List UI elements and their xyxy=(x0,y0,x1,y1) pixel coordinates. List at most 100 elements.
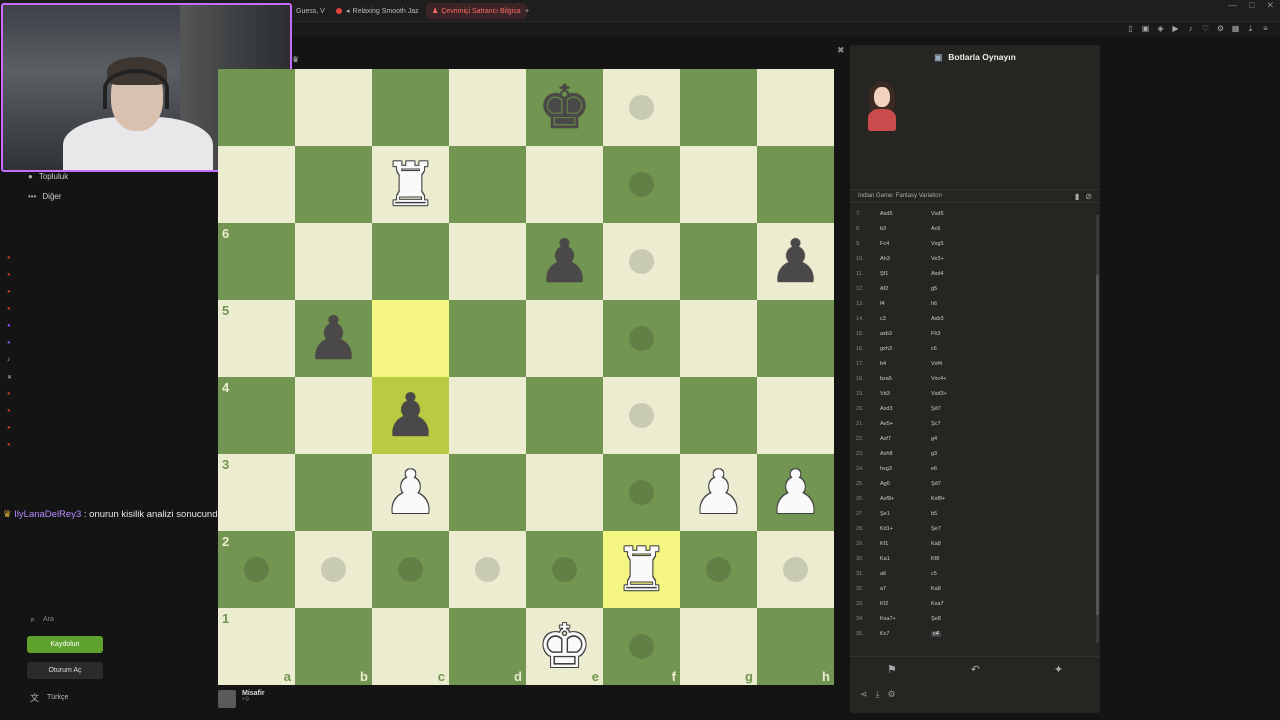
move-hint-dot[interactable] xyxy=(629,95,654,120)
black-move[interactable]: g5 xyxy=(931,286,937,292)
maximize-icon[interactable]: □ xyxy=(1249,0,1254,11)
square-c1[interactable]: c xyxy=(372,608,449,685)
black-move[interactable]: c6 xyxy=(931,346,937,352)
black-move[interactable]: Şe8 xyxy=(931,616,941,622)
black-move[interactable]: Fh3 xyxy=(931,331,940,337)
minimize-icon[interactable]: — xyxy=(1228,0,1237,11)
square-b3[interactable] xyxy=(295,454,372,531)
square-g6[interactable] xyxy=(680,223,757,300)
square-h2[interactable] xyxy=(757,531,834,608)
white-pawn[interactable]: ♟ xyxy=(680,454,757,531)
white-pawn[interactable]: ♟ xyxy=(757,454,834,531)
move-list[interactable]: 7. Axd5 Vxd5 8. b3 Ac6 9. Fc4 Vxg5 10. Ah3 Ve3+ 11. Ş… xyxy=(850,211,1096,645)
download-icon[interactable]: ⤓ xyxy=(1246,24,1255,34)
square-b6[interactable] xyxy=(295,223,372,300)
black-move[interactable]: Şc7 xyxy=(931,421,940,427)
square-a7[interactable] xyxy=(218,146,295,223)
black-move[interactable]: Axd4 xyxy=(931,271,944,277)
square-h6[interactable]: ♟ xyxy=(757,223,834,300)
close-icon[interactable]: ✖ xyxy=(837,45,845,56)
white-move[interactable]: Kf2 xyxy=(880,601,888,607)
black-pawn[interactable]: ♟ xyxy=(372,377,449,454)
square-e4[interactable] xyxy=(526,377,603,454)
black-move[interactable]: c5 xyxy=(931,571,937,577)
black-move[interactable]: Şe7 xyxy=(931,526,941,532)
white-move[interactable]: Kc7 xyxy=(880,631,889,637)
square-h7[interactable] xyxy=(757,146,834,223)
bot-avatar[interactable] xyxy=(866,81,898,133)
black-move[interactable]: Ka8 xyxy=(931,586,941,592)
white-move[interactable]: Kxa7+ xyxy=(880,616,896,622)
black-move[interactable]: Kxa7 xyxy=(931,601,944,607)
square-b1[interactable]: b xyxy=(295,608,372,685)
move-hint-dot[interactable] xyxy=(398,557,423,582)
screenshot-icon[interactable]: ▣ xyxy=(1141,24,1150,34)
undo-icon[interactable]: ↶ xyxy=(971,663,980,676)
white-move[interactable]: a6 xyxy=(880,571,886,577)
square-c6[interactable] xyxy=(372,223,449,300)
black-move[interactable]: g3 xyxy=(931,451,937,457)
square-e6[interactable]: ♟ xyxy=(526,223,603,300)
square-g1[interactable]: g xyxy=(680,608,757,685)
black-move[interactable]: Vxc4+ xyxy=(931,376,946,382)
download-icon[interactable]: ⤓ xyxy=(876,689,880,700)
social-icon[interactable]: ● xyxy=(7,306,17,323)
square-f4[interactable] xyxy=(603,377,680,454)
login-button[interactable]: Oturum Aç xyxy=(27,662,103,679)
square-d8[interactable] xyxy=(449,69,526,146)
black-move[interactable]: Vxd5 xyxy=(931,211,944,217)
square-f1[interactable]: f xyxy=(603,608,680,685)
square-c8[interactable] xyxy=(372,69,449,146)
white-move[interactable]: b4 xyxy=(880,361,886,367)
sidebar-search[interactable]: ⌕ Ara xyxy=(30,614,54,625)
white-move[interactable]: Ka1 xyxy=(880,556,890,562)
black-move[interactable]: b5 xyxy=(931,511,937,517)
square-g7[interactable] xyxy=(680,146,757,223)
play-icon[interactable]: ▶ xyxy=(1171,24,1180,34)
white-move[interactable]: bxa5 xyxy=(880,376,892,382)
square-f3[interactable] xyxy=(603,454,680,531)
square-e2[interactable] xyxy=(526,531,603,608)
white-move[interactable]: a7 xyxy=(880,586,886,592)
square-a8[interactable] xyxy=(218,69,295,146)
bookmark-icon[interactable]: ▯ xyxy=(1126,24,1135,34)
square-c4[interactable]: ♟ xyxy=(372,377,449,454)
square-e3[interactable] xyxy=(526,454,603,531)
black-move[interactable]: Axb3 xyxy=(931,316,944,322)
square-f6[interactable] xyxy=(603,223,680,300)
white-move[interactable]: Af2 xyxy=(880,286,888,292)
square-b4[interactable] xyxy=(295,377,372,454)
black-pawn[interactable]: ♟ xyxy=(526,223,603,300)
white-move[interactable]: f4 xyxy=(880,301,885,307)
sidebar-item-topluluk[interactable]: ● Topluluk xyxy=(28,172,68,181)
square-b7[interactable] xyxy=(295,146,372,223)
square-h8[interactable] xyxy=(757,69,834,146)
move-hint-dot[interactable] xyxy=(706,557,731,582)
white-rook[interactable]: ♜ xyxy=(372,146,449,223)
new-tab-button[interactable]: + xyxy=(519,3,535,19)
scrollbar-thumb[interactable] xyxy=(1096,275,1099,615)
extension-icon[interactable]: ▦ xyxy=(1231,24,1240,34)
black-move[interactable]: Kf8 xyxy=(931,556,939,562)
social-icon[interactable]: ● xyxy=(7,425,17,442)
white-move[interactable]: b3 xyxy=(880,226,886,232)
white-move[interactable]: Ag6 xyxy=(880,481,890,487)
black-move[interactable]: Şd7 xyxy=(931,481,941,487)
square-b5[interactable]: ♟ xyxy=(295,300,372,377)
social-icon[interactable]: ● xyxy=(7,340,17,357)
x-icon[interactable]: ✕ xyxy=(7,374,17,391)
move-hint-dot[interactable] xyxy=(629,480,654,505)
square-d2[interactable] xyxy=(449,531,526,608)
white-move[interactable]: Fc4 xyxy=(880,241,889,247)
social-icon[interactable]: ● xyxy=(7,391,17,408)
white-move[interactable]: Axh8 xyxy=(880,451,893,457)
white-move[interactable]: Şe1 xyxy=(880,511,890,517)
hint-lightbulb-icon[interactable]: ✦ xyxy=(1054,663,1063,676)
settings-icon[interactable]: ⊘ xyxy=(1085,192,1092,201)
square-a3[interactable]: 3 xyxy=(218,454,295,531)
square-g5[interactable] xyxy=(680,300,757,377)
square-g4[interactable] xyxy=(680,377,757,454)
gear-icon[interactable]: ⚙ xyxy=(888,689,896,700)
music-icon[interactable]: ♪ xyxy=(1186,24,1195,34)
move-hint-dot[interactable] xyxy=(629,326,654,351)
